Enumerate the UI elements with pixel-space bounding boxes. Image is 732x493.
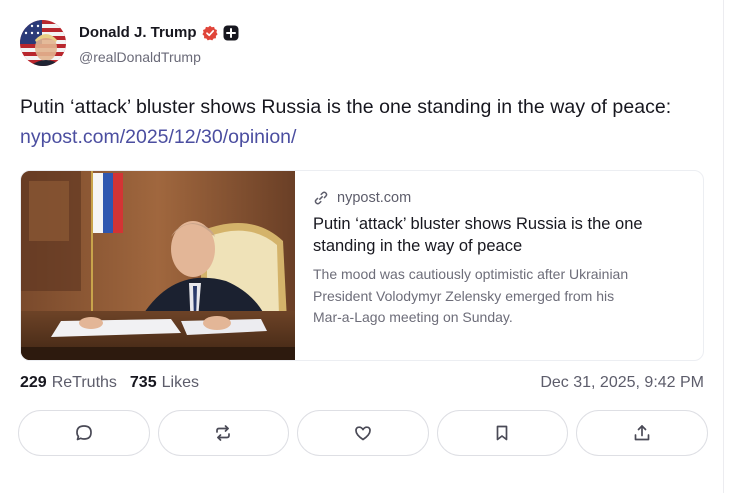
verified-badge-icon — [201, 25, 218, 41]
preview-title: Putin ‘attack’ bluster shows Russia is t… — [313, 215, 643, 255]
author-avatar[interactable] — [20, 20, 66, 66]
like-button[interactable] — [297, 410, 429, 456]
link-icon — [313, 190, 329, 206]
preview-description: The mood was cautiously optimistic after… — [313, 266, 629, 325]
retruth-button[interactable] — [157, 410, 289, 456]
retruths-label[interactable]: ReTruths — [52, 374, 117, 392]
author-display-name[interactable]: Donald J. Trump — [79, 24, 197, 41]
post-link[interactable]: nypost.com/2025/12/30/opinion/ — [20, 126, 296, 149]
bookmark-button[interactable] — [436, 410, 568, 456]
heart-icon — [354, 426, 371, 441]
repost-icon — [216, 425, 231, 441]
article-photo — [21, 171, 295, 360]
reply-button[interactable] — [18, 410, 150, 456]
likes-count[interactable]: 735 — [130, 374, 157, 392]
retruths-count[interactable]: 229 — [20, 374, 47, 392]
post-stats: 229 ReTruths 735 Likes — [20, 374, 212, 392]
bookmark-icon — [496, 425, 508, 441]
plus-badge-icon — [223, 25, 239, 41]
post-text: Putin ‘attack’ bluster shows Russia is t… — [20, 96, 672, 118]
link-preview-card[interactable]: nypost.com Putin ‘attack’ bluster shows … — [20, 170, 704, 361]
comment-icon — [75, 425, 92, 441]
preview-domain: nypost.com — [337, 190, 412, 206]
likes-label[interactable]: Likes — [162, 374, 199, 392]
post-timestamp[interactable]: Dec 31, 2025, 9:42 PM — [540, 374, 704, 392]
post-actions — [18, 410, 708, 456]
share-icon — [634, 425, 650, 441]
author-handle[interactable]: @realDonaldTrump — [79, 49, 201, 65]
share-button[interactable] — [576, 410, 708, 456]
